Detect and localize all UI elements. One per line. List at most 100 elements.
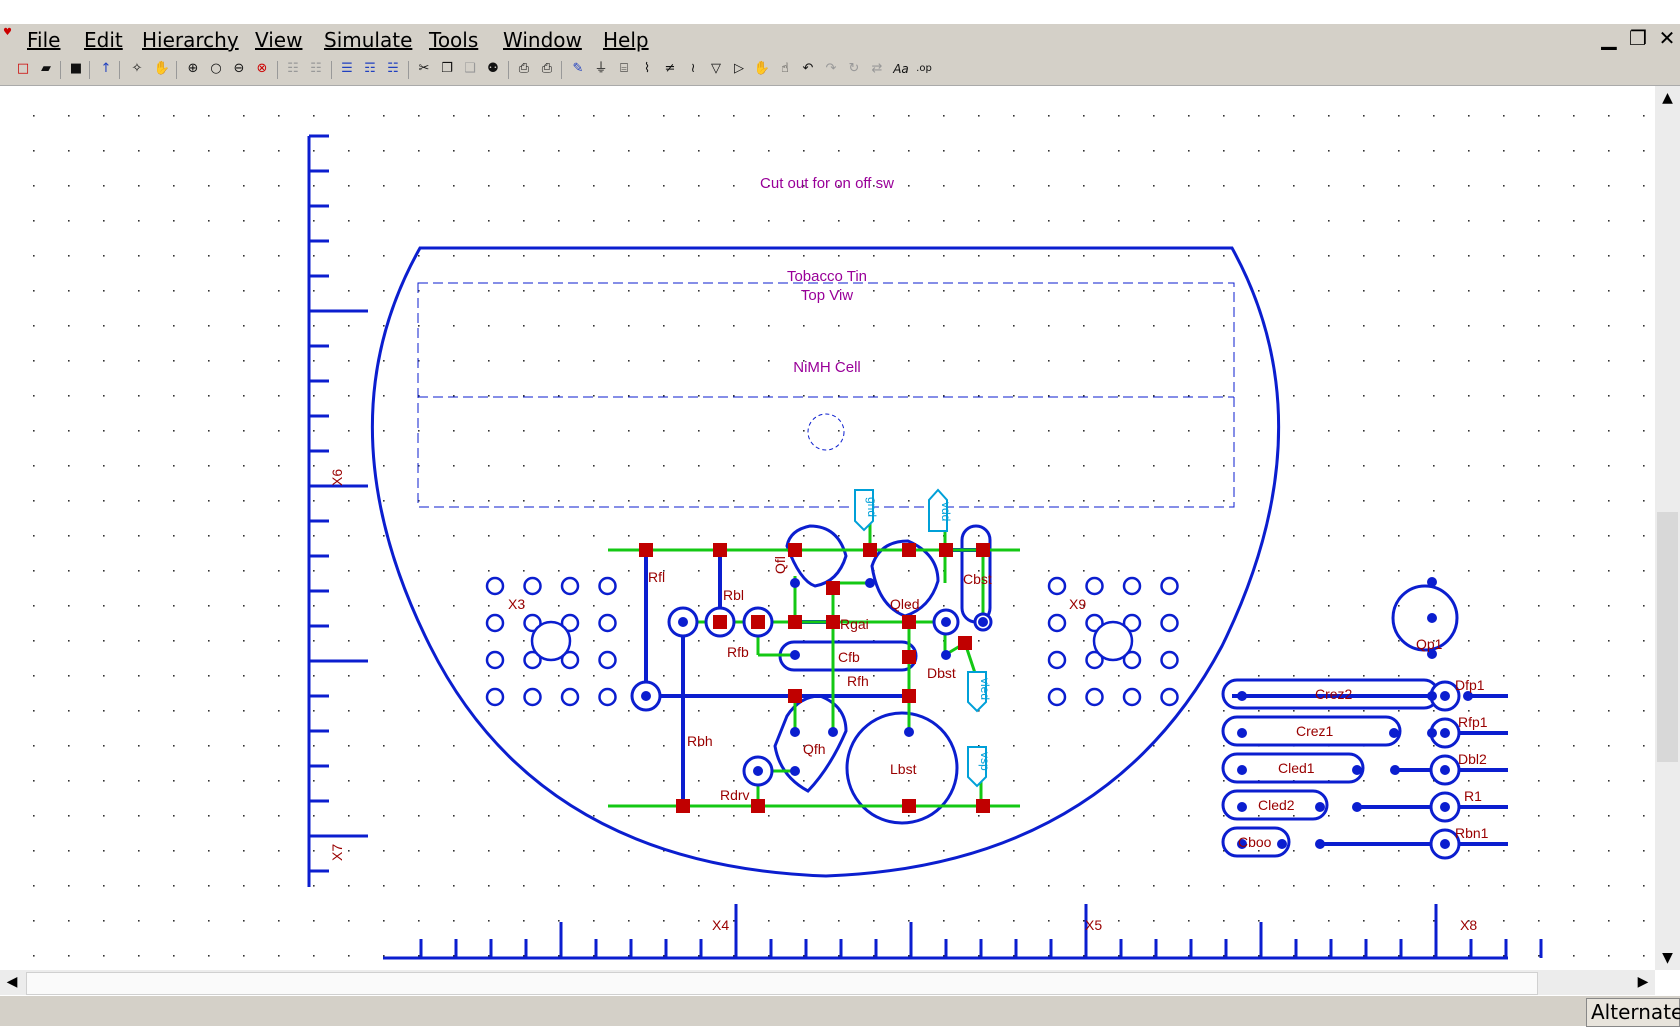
cascade-icon[interactable]: ☷ [307,60,325,78]
menu-simulate[interactable]: Simulate [324,28,412,52]
zoom-fit-icon[interactable]: ⊗ [253,60,271,78]
cut-icon[interactable]: ✂ [415,60,433,78]
vertical-scrollbar[interactable]: ▲ ▼ [1655,86,1680,970]
menu-help[interactable]: Help [603,28,649,52]
x3-pin[interactable] [598,613,617,633]
undo-icon[interactable]: ↶ [799,60,817,78]
spice-directive-icon[interactable]: .op [915,60,933,78]
x9-pin[interactable] [1085,687,1104,707]
x9-pin[interactable] [1122,687,1142,707]
x3-pin[interactable] [485,576,505,596]
zoom-icon[interactable]: ○ [207,60,225,78]
x3-pin[interactable] [485,687,505,707]
via-pad[interactable] [863,543,877,557]
scroll-left-icon[interactable]: ◀ [0,970,24,995]
via-pad[interactable] [939,543,953,557]
via-pad[interactable] [826,615,840,629]
redo-icon[interactable]: ↷ [822,60,840,78]
move-icon[interactable]: ☝ [776,60,794,78]
new-icon[interactable]: □ [14,60,32,78]
via-pad[interactable] [902,689,916,703]
x3-pin[interactable] [485,650,505,670]
text-icon[interactable]: Aa [892,60,910,78]
menu-file[interactable]: File [27,28,60,52]
drag-icon[interactable]: ✋ [753,60,771,78]
paste-icon[interactable]: ❑ [461,60,479,78]
tile-icon[interactable]: ☷ [284,60,302,78]
pcb-layout-canvas[interactable]: Cut out for on off sw Tobacco Tin Top Vi… [0,86,1655,970]
open-icon[interactable]: ▰ [37,60,55,78]
scroll-up-icon[interactable]: ▲ [1655,86,1680,110]
ground-icon[interactable]: ⏚ [592,60,610,78]
vertical-scroll-thumb[interactable] [1657,512,1678,762]
component-icon[interactable]: ▷ [730,60,748,78]
window-arrange-icon[interactable]: ☵ [384,60,402,78]
close-button[interactable]: ✕ [1654,26,1680,50]
via-pad[interactable] [902,650,916,664]
save-icon[interactable]: ■ [67,60,85,78]
x9-pin[interactable] [1122,576,1142,596]
x3-pin[interactable] [485,613,505,633]
x3-pin[interactable] [523,576,542,596]
x9-pin[interactable] [1047,613,1067,633]
via-pad[interactable] [713,543,727,557]
via-pad[interactable] [976,543,990,557]
menu-window[interactable]: Window [503,28,582,52]
x3-pin[interactable] [598,650,617,670]
x3-pin[interactable] [560,576,580,596]
print-icon[interactable]: ⎙ [538,60,556,78]
hierarchy-icon[interactable]: ↑ [97,60,115,78]
via-pad[interactable] [902,543,916,557]
via-pad[interactable] [958,636,972,650]
via-pad[interactable] [751,615,765,629]
find-icon[interactable]: ⚉ [484,60,502,78]
via-pad[interactable] [902,615,916,629]
zoom-in-icon[interactable]: ⊕ [184,60,202,78]
menu-hierarchy[interactable]: Hierarchy [142,28,239,52]
via-pad[interactable] [751,799,765,813]
x9-pin[interactable] [1047,650,1067,670]
pan-icon[interactable]: ✋ [153,60,171,78]
window-cascade-icon[interactable]: ☶ [361,60,379,78]
menu-edit[interactable]: Edit [84,28,123,52]
horizontal-scroll-thumb[interactable] [26,972,1538,995]
copy-icon[interactable]: ❐ [438,60,456,78]
x3-pin[interactable] [560,687,580,707]
window-tile-h-icon[interactable]: ☰ [338,60,356,78]
label-icon[interactable]: ⌸ [615,60,633,78]
inductor-icon[interactable]: ≀ [684,60,702,78]
zoom-out-icon[interactable]: ⊖ [230,60,248,78]
horizontal-scrollbar[interactable]: ◀ ▶ [0,970,1655,995]
x9-pin[interactable] [1047,576,1067,596]
rotate-icon[interactable]: ↻ [845,60,863,78]
via-pad[interactable] [788,689,802,703]
scroll-right-icon[interactable]: ▶ [1631,970,1655,995]
probe-icon[interactable]: ✧ [128,60,146,78]
capacitor-icon[interactable]: ≠ [661,60,679,78]
x9-pin[interactable] [1160,687,1179,707]
via-pad[interactable] [788,615,802,629]
resistor-icon[interactable]: ⌇ [638,60,656,78]
app-icon[interactable]: ♥ [3,27,12,38]
via-pad[interactable] [826,581,840,595]
x9-pin[interactable] [1047,687,1067,707]
x9-pin[interactable] [1085,576,1104,596]
mirror-icon[interactable]: ⇄ [868,60,886,78]
wire-icon[interactable]: ✎ [569,60,587,78]
x3-pin[interactable] [598,687,617,707]
x3-pin[interactable] [598,576,617,596]
via-pad[interactable] [639,543,653,557]
x3-pin[interactable] [523,687,542,707]
via-pad[interactable] [902,799,916,813]
diode-icon[interactable]: ▽ [707,60,725,78]
menu-view[interactable]: View [255,28,302,52]
x9-pin[interactable] [1160,650,1179,670]
via-pad[interactable] [976,799,990,813]
x9-pin[interactable] [1160,613,1179,633]
restore-button[interactable]: ❐ [1625,26,1651,50]
x9-pin[interactable] [1160,576,1179,596]
via-pad[interactable] [713,615,727,629]
menu-tools[interactable]: Tools [429,28,478,52]
scroll-down-icon[interactable]: ▼ [1655,946,1680,970]
print-preview-icon[interactable]: ⎙ [515,60,533,78]
